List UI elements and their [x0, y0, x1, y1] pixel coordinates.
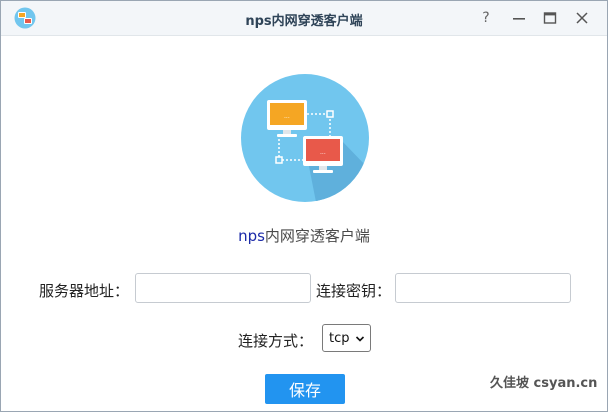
- maximize-button[interactable]: [539, 7, 561, 29]
- app-name-prefix: nps: [238, 227, 265, 245]
- connection-mode-value: tcp: [329, 330, 350, 346]
- app-name-heading: nps内网穿透客户端: [1, 225, 607, 246]
- close-icon: [576, 12, 588, 24]
- minimize-button[interactable]: [508, 7, 530, 29]
- watermark-text: 久佳坡 csyan.cn: [490, 376, 598, 391]
- network-hero-icon: ··· ···: [241, 74, 369, 202]
- app-name-suffix: 内网穿透客户端: [264, 227, 370, 245]
- title-bar[interactable]: nps内网穿透客户端 ?: [1, 1, 607, 36]
- connection-mode-select[interactable]: tcp: [322, 324, 371, 352]
- save-button[interactable]: 保存: [265, 374, 345, 404]
- minimize-icon: [513, 18, 525, 20]
- help-icon: ?: [482, 10, 490, 26]
- chevron-down-icon: [355, 336, 365, 342]
- server-address-input[interactable]: [135, 273, 311, 303]
- server-address-label: 服务器地址：: [39, 282, 130, 300]
- help-button[interactable]: ?: [475, 7, 497, 29]
- connection-key-input[interactable]: [395, 273, 571, 303]
- maximize-icon: [543, 12, 557, 24]
- svg-text:···: ···: [320, 151, 326, 158]
- app-window: nps内网穿透客户端 ? ··· ··· nps内网穿透客户端 服务器地址： 连…: [0, 0, 608, 412]
- svg-text:···: ···: [284, 115, 290, 122]
- connection-key-label: 连接密钥：: [316, 282, 392, 300]
- close-button[interactable]: [571, 7, 593, 29]
- connection-mode-label: 连接方式：: [238, 332, 314, 350]
